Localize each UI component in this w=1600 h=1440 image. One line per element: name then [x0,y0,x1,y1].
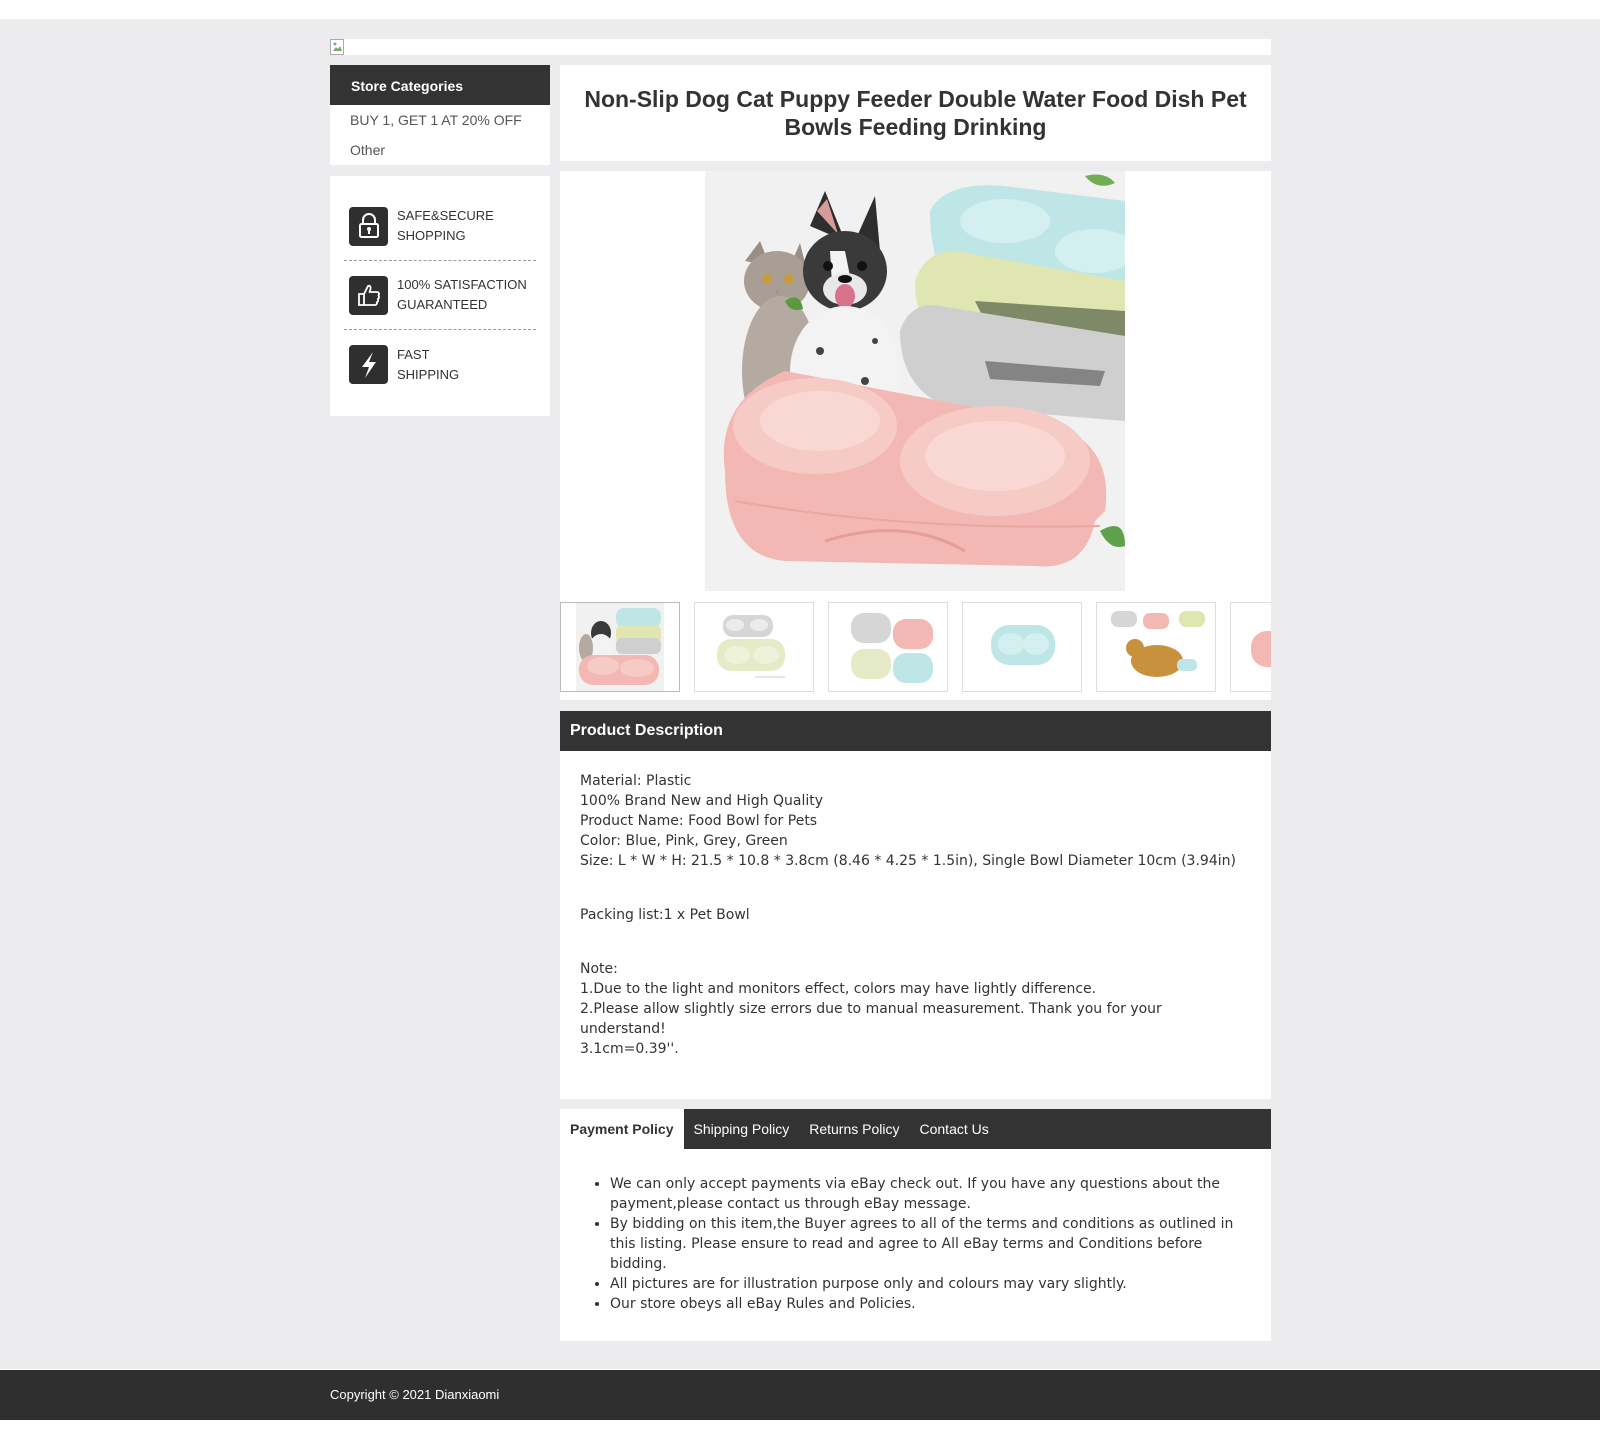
thumbnail[interactable] [828,602,948,692]
main-product-image[interactable] [705,171,1125,591]
tab-payment-policy[interactable]: Payment Policy [560,1109,684,1149]
trust-badge-shipping: FAST SHIPPING [344,330,536,399]
note-line: 2.Please allow slightly size errors due … [580,1001,1162,1037]
lightning-icon [349,345,388,384]
product-title: Non-Slip Dog Cat Puppy Feeder Double Wat… [584,86,1247,140]
payment-policy-content: We can only accept payments via eBay che… [560,1149,1271,1341]
thumbs-up-icon [349,275,388,315]
store-categories-heading: Store Categories [330,65,550,105]
store-banner [330,39,1271,55]
thumbnail[interactable] [1230,602,1271,692]
thumbnail-strip [560,602,1271,692]
trust-badges-panel: SAFE&SECURE SHOPPING 100% SATISFACTION GUA… [330,176,550,416]
description-line: Size: L * W * H: 21.5 * 10.8 * 3.8cm (8.… [580,853,1236,869]
thumbnail[interactable] [694,602,814,692]
trust-line: SHOPPING [397,228,466,243]
trust-badge-secure: SAFE&SECURE SHOPPING [344,192,536,261]
note-line: 1.Due to the light and monitors effect, … [580,981,1097,997]
trust-line: FAST [397,346,430,362]
policy-tabs: Payment Policy Shipping Policy Returns P… [560,1109,1271,1149]
product-gallery [560,171,1271,700]
policy-point: All pictures are for illustration purpos… [610,1274,1251,1294]
description-line: Product Name: Food Bowl for Pets [580,813,818,829]
description-line: Color: Blue, Pink, Grey, Green [580,833,788,849]
description-line: Material: Plastic [580,773,692,789]
tab-contact-us[interactable]: Contact Us [910,1109,999,1149]
category-link[interactable]: BUY 1, GET 1 AT 20% OFF [330,105,550,135]
broken-image-icon [330,39,346,55]
thumbnail[interactable] [1096,602,1216,692]
trust-line: SHIPPING [397,366,460,382]
lock-icon [349,206,388,246]
trust-badge-satisfaction: 100% SATISFACTION GUARANTEED [344,261,536,330]
product-title-panel: Non-Slip Dog Cat Puppy Feeder Double Wat… [560,65,1271,161]
policy-point: Our store obeys all eBay Rules and Polic… [610,1294,1251,1314]
description-line: 100% Brand New and High Quality [580,793,824,809]
trust-line: SAFE&SECURE [397,208,494,223]
product-description-heading: Product Description [560,711,1271,751]
policy-point: We can only accept payments via eBay che… [610,1174,1251,1214]
category-link[interactable]: Other [330,135,550,165]
packing-list: Packing list:1 x Pet Bowl [580,907,750,923]
store-categories-panel: Store Categories BUY 1, GET 1 AT 20% OFF… [330,65,550,165]
thumbnail[interactable] [560,602,680,692]
thumbnail[interactable] [962,602,1082,692]
trust-line: 100% SATISFACTION [397,277,527,292]
copyright-text: Copyright © 2021 Dianxiaomi [330,1387,500,1402]
policy-point: By bidding on this item,the Buyer agrees… [610,1214,1251,1274]
tab-shipping-policy[interactable]: Shipping Policy [684,1109,800,1149]
trust-line: GUARANTEED [397,297,488,312]
product-description-body: Material: Plastic 100% Brand New and Hig… [560,751,1271,1099]
note-line: 3.1cm=0.39''. [580,1041,679,1057]
note-heading: Note: [580,961,618,977]
tab-returns-policy[interactable]: Returns Policy [799,1109,909,1149]
footer: Copyright © 2021 Dianxiaomi [0,1370,1600,1420]
